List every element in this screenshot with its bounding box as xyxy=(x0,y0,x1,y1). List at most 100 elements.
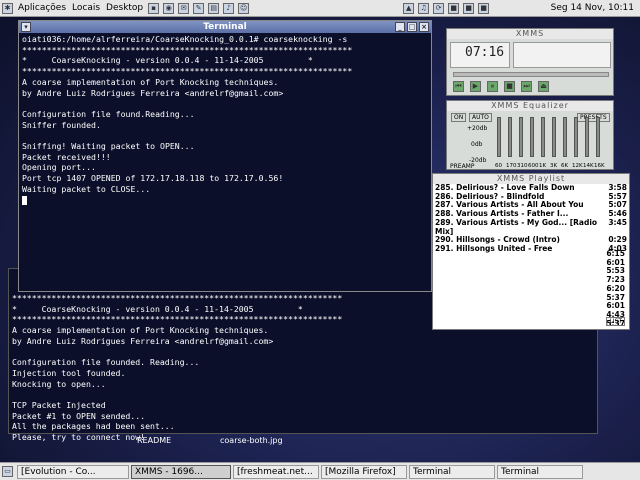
eq-band-label: 60 xyxy=(495,163,502,169)
eject-icon[interactable]: ⏏ xyxy=(538,81,549,92)
terminal-line: Injection tool founded. xyxy=(12,367,126,378)
eq-on-button[interactable]: ON xyxy=(451,113,467,122)
stop-icon[interactable]: ■ xyxy=(504,81,515,92)
eq-slider[interactable] xyxy=(519,117,523,157)
terminal-line: Configuration file found.Reading... xyxy=(22,108,195,119)
xmms-seek-bar[interactable] xyxy=(453,72,609,77)
maximize-icon[interactable]: □ xyxy=(407,22,417,32)
terminal-1-titlebar[interactable]: ▾ Terminal _ □ × xyxy=(19,21,431,33)
panel-clock[interactable]: Seg 14 Nov, 10:11 xyxy=(551,3,640,13)
tray-app-icon[interactable]: ■ xyxy=(448,2,460,14)
eq-db-mid: 0db xyxy=(471,141,483,148)
playlist-list-button[interactable]: LIST xyxy=(606,317,625,326)
terminal-line: Knocking to open... xyxy=(12,378,106,389)
terminal-line: Opening port... xyxy=(22,162,96,173)
launcher-media-icon[interactable]: ♪ xyxy=(223,2,235,14)
close-icon[interactable]: × xyxy=(419,22,429,32)
menu-applications[interactable]: Aplicações xyxy=(15,3,69,13)
terminal-line: * CoarseKnocking - version 0.0.4 - 11-14… xyxy=(22,55,313,66)
eq-band-label: 3K xyxy=(550,163,558,169)
eq-slider[interactable] xyxy=(574,117,578,157)
terminal-line: All the packages had been sent... xyxy=(12,421,175,432)
minimize-icon[interactable]: _ xyxy=(395,22,405,32)
task-freshmeat[interactable]: [freshmeat.net... xyxy=(233,464,319,479)
tray-app3-icon[interactable]: ■ xyxy=(478,2,490,14)
next-icon[interactable]: ⏭ xyxy=(521,81,532,92)
task-firefox[interactable]: [Mozilla Firefox] xyxy=(321,464,407,479)
launcher-editor-icon[interactable]: ✎ xyxy=(193,2,205,14)
prev-icon[interactable]: ⏮ xyxy=(453,81,464,92)
eq-slider[interactable] xyxy=(552,117,556,157)
eq-slider[interactable] xyxy=(508,117,512,157)
eq-slider[interactable] xyxy=(596,117,600,157)
playlist-item-duration: 3:45 xyxy=(608,217,627,227)
terminal-line: Please, try to connect now! xyxy=(12,432,146,443)
xmms-song-info xyxy=(513,42,611,68)
terminal-line: oiati036:/home/alrferreira/CoarseKnockin… xyxy=(22,34,348,44)
launcher-files-icon[interactable]: ▤ xyxy=(208,2,220,14)
launcher-terminal-icon[interactable]: ▪ xyxy=(148,2,160,14)
xmms-title[interactable]: XMMS xyxy=(447,29,613,39)
window-menu-icon[interactable]: ▾ xyxy=(21,22,31,32)
equalizer-title[interactable]: XMMS Equalizer xyxy=(447,101,613,111)
task-xmms[interactable]: XMMS - 1696... xyxy=(131,464,231,479)
terminal-line: by Andre Luiz Rodrigues Ferreira <andrel… xyxy=(12,335,274,346)
eq-preamp-label: PREAMP xyxy=(450,163,475,170)
tray-network-icon[interactable]: ▲ xyxy=(403,2,415,14)
launcher-mail-icon[interactable]: ✉ xyxy=(178,2,190,14)
eq-band-label: 6K xyxy=(561,163,569,169)
terminal-line: A coarse implementation of Port Knocking… xyxy=(22,76,279,87)
show-desktop-icon[interactable]: ▭ xyxy=(2,466,13,477)
task-terminal-2[interactable]: Terminal xyxy=(497,464,583,479)
playlist-rows: 285. Delirious? - Love Falls Down 3:58 286… xyxy=(433,183,629,254)
eq-slider[interactable] xyxy=(497,117,501,157)
menu-places[interactable]: Locais xyxy=(69,3,103,13)
eq-band-label: 310 xyxy=(517,163,528,169)
terminal-line: Port tcp 1407 OPENED of 172.17.18.118 to… xyxy=(22,173,284,184)
menu-desktop[interactable]: Desktop xyxy=(103,3,146,13)
terminal-1-content[interactable]: oiati036:/home/alrferreira/CoarseKnockin… xyxy=(19,33,431,206)
pause-icon[interactable]: ⏸ xyxy=(487,81,498,92)
gnome-foot-icon[interactable]: ✱ xyxy=(2,2,13,14)
terminal-line: ****************************************… xyxy=(22,44,353,55)
launcher-tux-icon[interactable]: ☺ xyxy=(238,2,250,14)
desktop-file-image[interactable]: coarse-both.jpg xyxy=(220,436,283,445)
eq-band-label: 600 xyxy=(528,163,539,169)
eq-slider[interactable] xyxy=(541,117,545,157)
play-icon[interactable]: ▶ xyxy=(470,81,481,92)
top-panel: ✱ Aplicações Locais Desktop ▪ ◉ ✉ ✎ ▤ ♪ … xyxy=(0,0,640,17)
xmms-equalizer[interactable]: XMMS Equalizer ON AUTO PRESETS +20db 0db… xyxy=(446,100,614,170)
tray-update-icon[interactable]: ⟳ xyxy=(433,2,445,14)
tray-volume-icon[interactable]: ♫ xyxy=(418,2,430,14)
terminal-line: by Andre Luiz Rodrigues Ferreira <andrel… xyxy=(22,87,284,98)
playlist-item[interactable]: 291. Hillsongs United - Free 4:03 xyxy=(433,243,629,254)
playlist-item-title: 289. Various Artists - My God... [Radio … xyxy=(435,217,598,236)
eq-slider[interactable] xyxy=(530,117,534,157)
eq-band-label: 12K xyxy=(572,163,583,169)
playlist-item-title: 291. Hillsongs United - Free xyxy=(435,243,553,253)
terminal-line: Packet received!!! xyxy=(22,151,111,162)
eq-slider[interactable] xyxy=(585,117,589,157)
tray-app2-icon[interactable]: ■ xyxy=(463,2,475,14)
eq-auto-button[interactable]: AUTO xyxy=(469,113,492,122)
task-evolution[interactable]: [Evolution - Co... xyxy=(17,464,129,479)
desktop-file-readme[interactable]: README xyxy=(137,436,171,445)
launcher-browser-icon[interactable]: ◉ xyxy=(163,2,175,14)
eq-presets-button[interactable]: PRESETS xyxy=(577,113,610,122)
terminal-line: Waiting packet to CLOSE... xyxy=(22,183,151,194)
xmms-time[interactable]: 07:16 xyxy=(465,45,504,60)
eq-band-label: 170 xyxy=(506,163,517,169)
terminal-1-title: Terminal xyxy=(203,22,247,32)
xmms-player[interactable]: XMMS 07:16 ⏮ ▶ ⏸ ■ ⏭ ⏏ xyxy=(446,28,614,96)
eq-band-label: 1K xyxy=(539,163,547,169)
task-terminal-1[interactable]: Terminal xyxy=(409,464,495,479)
eq-slider[interactable] xyxy=(563,117,567,157)
xmms-display: 07:16 xyxy=(450,42,510,68)
xmms-playlist[interactable]: XMMS Playlist 285. Delirious? - Love Fal… xyxy=(432,173,630,330)
eq-band-label: 14K xyxy=(583,163,594,169)
terminal-window-1[interactable]: ▾ Terminal _ □ × oiati036:/home/alrferre… xyxy=(18,20,432,292)
playlist-item[interactable]: 289. Various Artists - My God... [Radio … xyxy=(433,217,629,236)
